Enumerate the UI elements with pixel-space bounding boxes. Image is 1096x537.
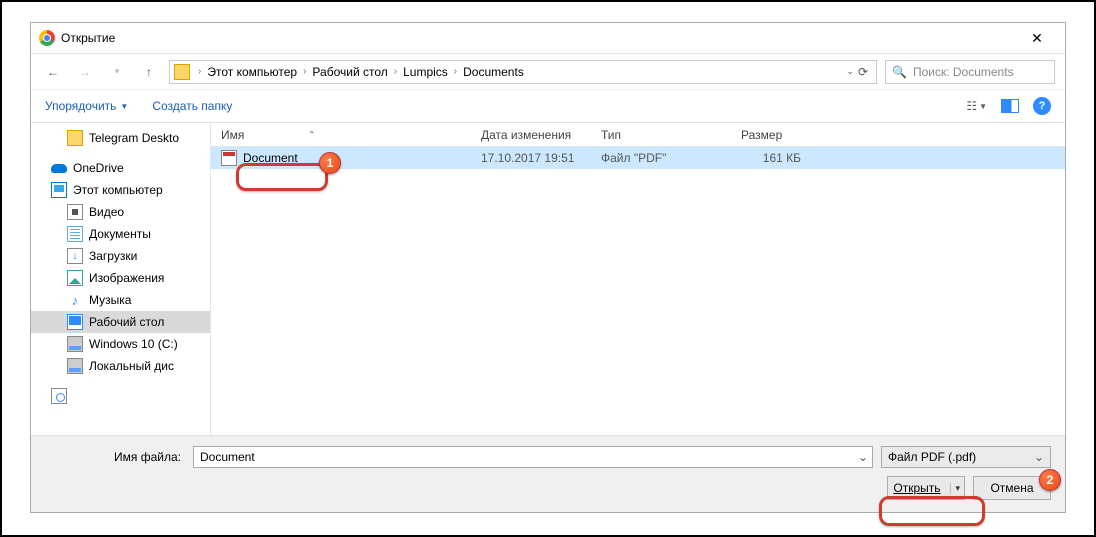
chevron-right-icon: ›	[299, 66, 310, 77]
help-button[interactable]: ?	[1033, 97, 1051, 115]
sidebar-item[interactable]: Музыка	[31, 289, 210, 311]
column-size[interactable]: Размер	[731, 128, 811, 142]
up-button[interactable]: ↑	[137, 60, 161, 84]
img-icon	[67, 270, 83, 286]
sidebar-item[interactable]: Документы	[31, 223, 210, 245]
sidebar-item[interactable]: OneDrive	[31, 157, 210, 179]
sort-caret-icon: ⌃	[308, 130, 315, 139]
sidebar-item-label: Telegram Deskto	[89, 131, 179, 145]
search-input[interactable]: 🔍 Поиск: Documents	[885, 60, 1055, 84]
sidebar-item[interactable]: Telegram Deskto	[31, 127, 210, 149]
search-icon: 🔍	[892, 65, 907, 79]
breadcrumb-item[interactable]: Рабочий стол	[310, 65, 389, 79]
recent-dropdown[interactable]: ▾	[105, 60, 129, 84]
sidebar-item-label: Этот компьютер	[73, 183, 163, 197]
breadcrumb-item[interactable]: Documents	[461, 65, 526, 79]
onedrive-icon	[51, 160, 67, 176]
preview-pane-button[interactable]	[1001, 99, 1019, 113]
screenshot-frame: Открытие ✕ ← → ▾ ↑ › Этот компьютер › Ра…	[0, 0, 1096, 537]
breadcrumb-item[interactable]: Этот компьютер	[205, 65, 299, 79]
chevron-right-icon: ›	[390, 66, 401, 77]
disk-icon	[67, 358, 83, 374]
disk-icon	[67, 336, 83, 352]
open-button[interactable]: Открыть	[887, 476, 965, 500]
open-dialog: Открытие ✕ ← → ▾ ↑ › Этот компьютер › Ра…	[30, 22, 1066, 513]
sidebar-item-label: Документы	[89, 227, 151, 241]
view-options-button[interactable]: ☷ ▼	[966, 99, 987, 113]
chevron-down-icon: ▼	[979, 102, 987, 111]
net-icon	[51, 388, 67, 404]
sidebar-item-label: Музыка	[89, 293, 131, 307]
main-area: Telegram Deskto OneDrive Этот компьютер Вид…	[31, 123, 1065, 435]
sidebar-item[interactable]: Видео	[31, 201, 210, 223]
sidebar: Telegram Deskto OneDrive Этот компьютер Вид…	[31, 123, 211, 435]
video-icon	[67, 204, 83, 220]
titlebar: Открытие ✕	[31, 23, 1065, 53]
breadcrumb-item[interactable]: Lumpics	[401, 65, 450, 79]
cancel-button[interactable]: Отмена	[973, 476, 1051, 500]
down-icon	[67, 248, 83, 264]
file-date: 17.10.2017 19:51	[471, 151, 591, 165]
file-size: 161 КБ	[731, 151, 811, 165]
sidebar-item-label: Рабочий стол	[89, 315, 164, 329]
search-placeholder: Поиск: Documents	[913, 65, 1014, 79]
sidebar-item[interactable]: Этот компьютер	[31, 179, 210, 201]
column-type[interactable]: Тип	[591, 128, 731, 142]
music-icon	[67, 292, 83, 308]
doc-icon	[67, 226, 83, 242]
folder-icon	[174, 64, 190, 80]
sidebar-item-label: OneDrive	[73, 161, 124, 175]
chevron-down-icon[interactable]: ⌄	[858, 450, 868, 464]
view-icon: ☷	[966, 99, 977, 113]
chrome-icon	[39, 30, 55, 46]
chevron-right-icon: ›	[194, 66, 205, 77]
desktop-icon	[67, 314, 83, 330]
sidebar-item-label: Видео	[89, 205, 124, 219]
folder-icon	[67, 130, 83, 146]
sidebar-item[interactable]: Локальный дис	[31, 355, 210, 377]
forward-button[interactable]: →	[73, 60, 97, 84]
sidebar-item-label: Изображения	[89, 271, 164, 285]
organize-button[interactable]: Упорядочить ▼	[45, 99, 128, 113]
sidebar-item[interactable]: Изображения	[31, 267, 210, 289]
toolbar: Упорядочить ▼ Создать папку ☷ ▼ ?	[31, 89, 1065, 123]
pc-icon	[51, 182, 67, 198]
sidebar-item-label: Windows 10 (C:)	[89, 337, 178, 351]
sidebar-item-label: Загрузки	[89, 249, 137, 263]
file-row[interactable]: Document 17.10.2017 19:51Файл "PDF"161 КБ	[211, 147, 1065, 169]
sidebar-item[interactable]: Рабочий стол	[31, 311, 210, 333]
sidebar-item-label: Локальный дис	[89, 359, 174, 373]
sidebar-item[interactable]: Windows 10 (C:)	[31, 333, 210, 355]
new-folder-button[interactable]: Создать папку	[152, 99, 232, 113]
file-rows: Document 17.10.2017 19:51Файл "PDF"161 КБ	[211, 147, 1065, 435]
column-date[interactable]: Дата изменения	[471, 128, 591, 142]
filetype-filter[interactable]: Файл PDF (.pdf) ⌄	[881, 446, 1051, 468]
back-button[interactable]: ←	[41, 60, 65, 84]
column-name[interactable]: Имя⌃	[211, 128, 471, 142]
chevron-right-icon: ›	[450, 66, 461, 77]
file-name: Document	[243, 151, 298, 165]
chevron-down-icon: ⌄	[1034, 450, 1044, 464]
breadcrumb[interactable]: › Этот компьютер › Рабочий стол › Lumpic…	[169, 60, 877, 84]
window-title: Открытие	[61, 31, 115, 45]
pdf-icon	[221, 150, 237, 166]
filename-input[interactable]: Document ⌄	[193, 446, 873, 468]
chevron-down-icon: ▼	[120, 102, 128, 111]
bottom-panel: Имя файла: Document ⌄ Файл PDF (.pdf) ⌄ …	[31, 435, 1065, 512]
sidebar-item[interactable]: Загрузки	[31, 245, 210, 267]
file-type: Файл "PDF"	[591, 151, 731, 165]
breadcrumb-dropdown[interactable]: ⌄	[846, 66, 854, 77]
filename-label: Имя файла:	[45, 450, 185, 464]
sidebar-item[interactable]	[31, 385, 210, 407]
column-headers: Имя⌃ Дата изменения Тип Размер	[211, 123, 1065, 147]
file-list: Имя⌃ Дата изменения Тип Размер Document 1…	[211, 123, 1065, 435]
refresh-button[interactable]: ⟳	[858, 65, 868, 79]
navigation-row: ← → ▾ ↑ › Этот компьютер › Рабочий стол …	[31, 53, 1065, 89]
close-button[interactable]: ✕	[1017, 30, 1057, 47]
